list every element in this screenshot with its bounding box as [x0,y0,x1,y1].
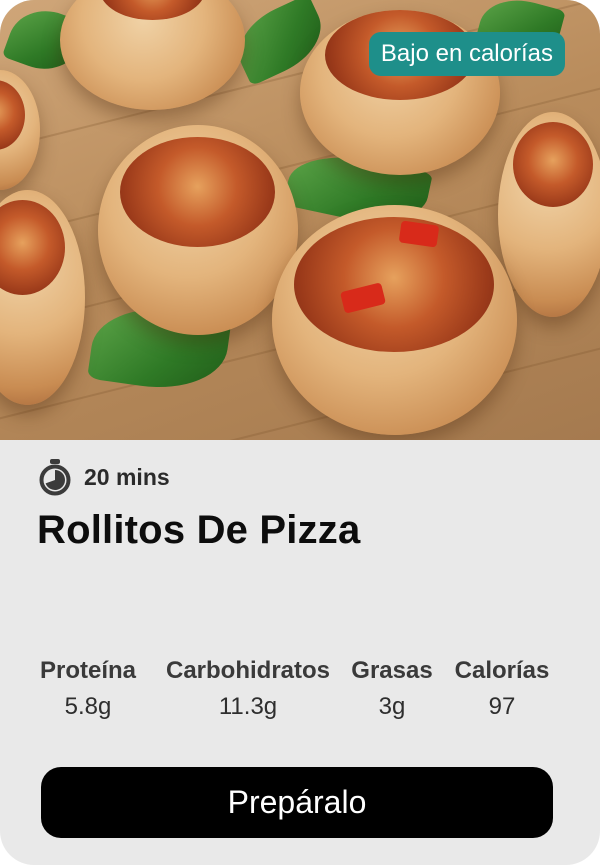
nutrient-value: 11.3g [218,693,278,720]
nutrient-label: Calorías [454,657,550,684]
prep-time-value: 20 mins [84,463,170,490]
nutrient-label: Carbohidratos [165,657,330,684]
nutrient-protein: Proteína 5.8g [36,654,140,722]
prep-time: 20 mins [38,456,170,498]
nutrient-label: Proteína [39,657,137,684]
nutrient-value: 3g [378,693,406,720]
low-calorie-badge: Bajo en calorías [368,32,565,76]
nutrient-value: 5.8g [64,693,112,720]
nutrient-label: Grasas [351,657,433,684]
recipe-title: Rollitos De Pizza [37,508,361,552]
prepare-button[interactable]: Prepáralo [41,767,553,838]
nutrient-calories: Calorías 97 [450,654,554,722]
nutrient-carbs: Carbohidratos 11.3g [160,654,336,722]
nutrient-fat: Grasas 3g [348,654,436,722]
recipe-card[interactable]: Bajo en calorías 20 mins Rollitos De Piz… [0,0,600,865]
nutrient-value: 97 [488,693,516,720]
timer-icon [38,458,72,496]
